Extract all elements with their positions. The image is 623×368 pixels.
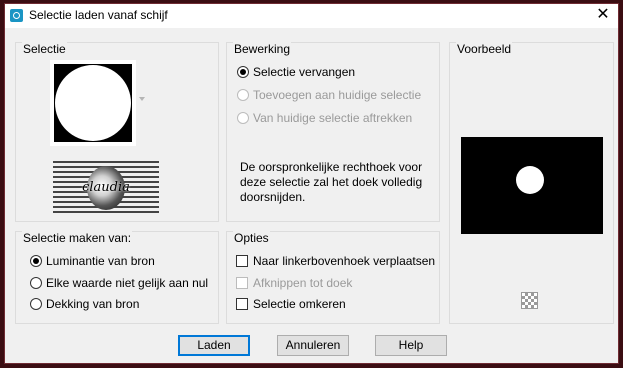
- radio-label: Van huidige selectie aftrekken: [253, 111, 413, 125]
- radio-opacity[interactable]: Dekking van bron: [30, 295, 139, 313]
- radio-label: Luminantie van bron: [46, 254, 155, 268]
- bewerking-label: Bewerking: [233, 42, 292, 56]
- window-title: Selectie laden vanaf schijf: [29, 8, 168, 22]
- watermark-logo: claudia: [53, 161, 159, 215]
- dropdown-arrow-icon[interactable]: [139, 97, 145, 101]
- app-icon: [10, 9, 23, 22]
- preview-canvas: [461, 137, 603, 234]
- radio-label: Elke waarde niet gelijk aan nul: [46, 276, 209, 290]
- checkbox-label: Naar linkerbovenhoek verplaatsen: [253, 254, 436, 268]
- transparency-icon[interactable]: [521, 292, 538, 309]
- radio-indicator[interactable]: [30, 298, 42, 310]
- checkbox-move-top-left[interactable]: Naar linkerbovenhoek verplaatsen: [236, 252, 435, 270]
- preview-circle-shape: [516, 166, 544, 194]
- selection-preview-image: [54, 64, 132, 142]
- operation-description: De oorspronkelijke rechthoek voor deze s…: [240, 160, 423, 204]
- selection-circle-shape: [55, 65, 131, 141]
- radio-indicator[interactable]: [237, 89, 249, 101]
- radio-label: Toevoegen aan huidige selectie: [253, 88, 422, 102]
- dialog-window: Selectie laden vanaf schijf ✕ Selectie c…: [4, 3, 619, 364]
- radio-subtract-selection[interactable]: Van huidige selectie aftrekken: [237, 109, 412, 127]
- maken-label: Selectie maken van:: [22, 231, 133, 245]
- checkbox-invert-selection[interactable]: Selectie omkeren: [236, 295, 346, 313]
- radio-indicator[interactable]: [30, 277, 42, 289]
- opties-label: Opties: [233, 231, 270, 245]
- checkbox-label: Selectie omkeren: [253, 297, 346, 311]
- radio-indicator[interactable]: [30, 255, 42, 267]
- close-icon[interactable]: ✕: [594, 5, 612, 25]
- checkbox-clip-canvas[interactable]: Afknippen tot doek: [236, 274, 352, 292]
- radio-label: Dekking van bron: [46, 297, 140, 311]
- radio-add-selection[interactable]: Toevoegen aan huidige selectie: [237, 86, 421, 104]
- help-button[interactable]: Help: [375, 335, 447, 356]
- checkbox-label: Afknippen tot doek: [253, 276, 353, 290]
- title-bar: Selectie laden vanaf schijf ✕: [5, 4, 618, 28]
- checkbox-box[interactable]: [236, 255, 248, 267]
- radio-label: Selectie vervangen: [253, 65, 356, 79]
- radio-indicator[interactable]: [237, 112, 249, 124]
- radio-nonzero[interactable]: Elke waarde niet gelijk aan nul: [30, 274, 208, 292]
- radio-luminance[interactable]: Luminantie van bron: [30, 252, 155, 270]
- selectie-label: Selectie: [22, 42, 67, 56]
- logo-text: claudia: [82, 180, 130, 195]
- checkbox-box[interactable]: [236, 298, 248, 310]
- checkbox-box[interactable]: [236, 277, 248, 289]
- load-button[interactable]: Laden: [178, 335, 250, 356]
- voorbeeld-label: Voorbeeld: [456, 42, 513, 56]
- selection-thumbnail[interactable]: [50, 60, 136, 146]
- cancel-button[interactable]: Annuleren: [277, 335, 349, 356]
- radio-indicator[interactable]: [237, 66, 249, 78]
- radio-replace-selection[interactable]: Selectie vervangen: [237, 63, 355, 81]
